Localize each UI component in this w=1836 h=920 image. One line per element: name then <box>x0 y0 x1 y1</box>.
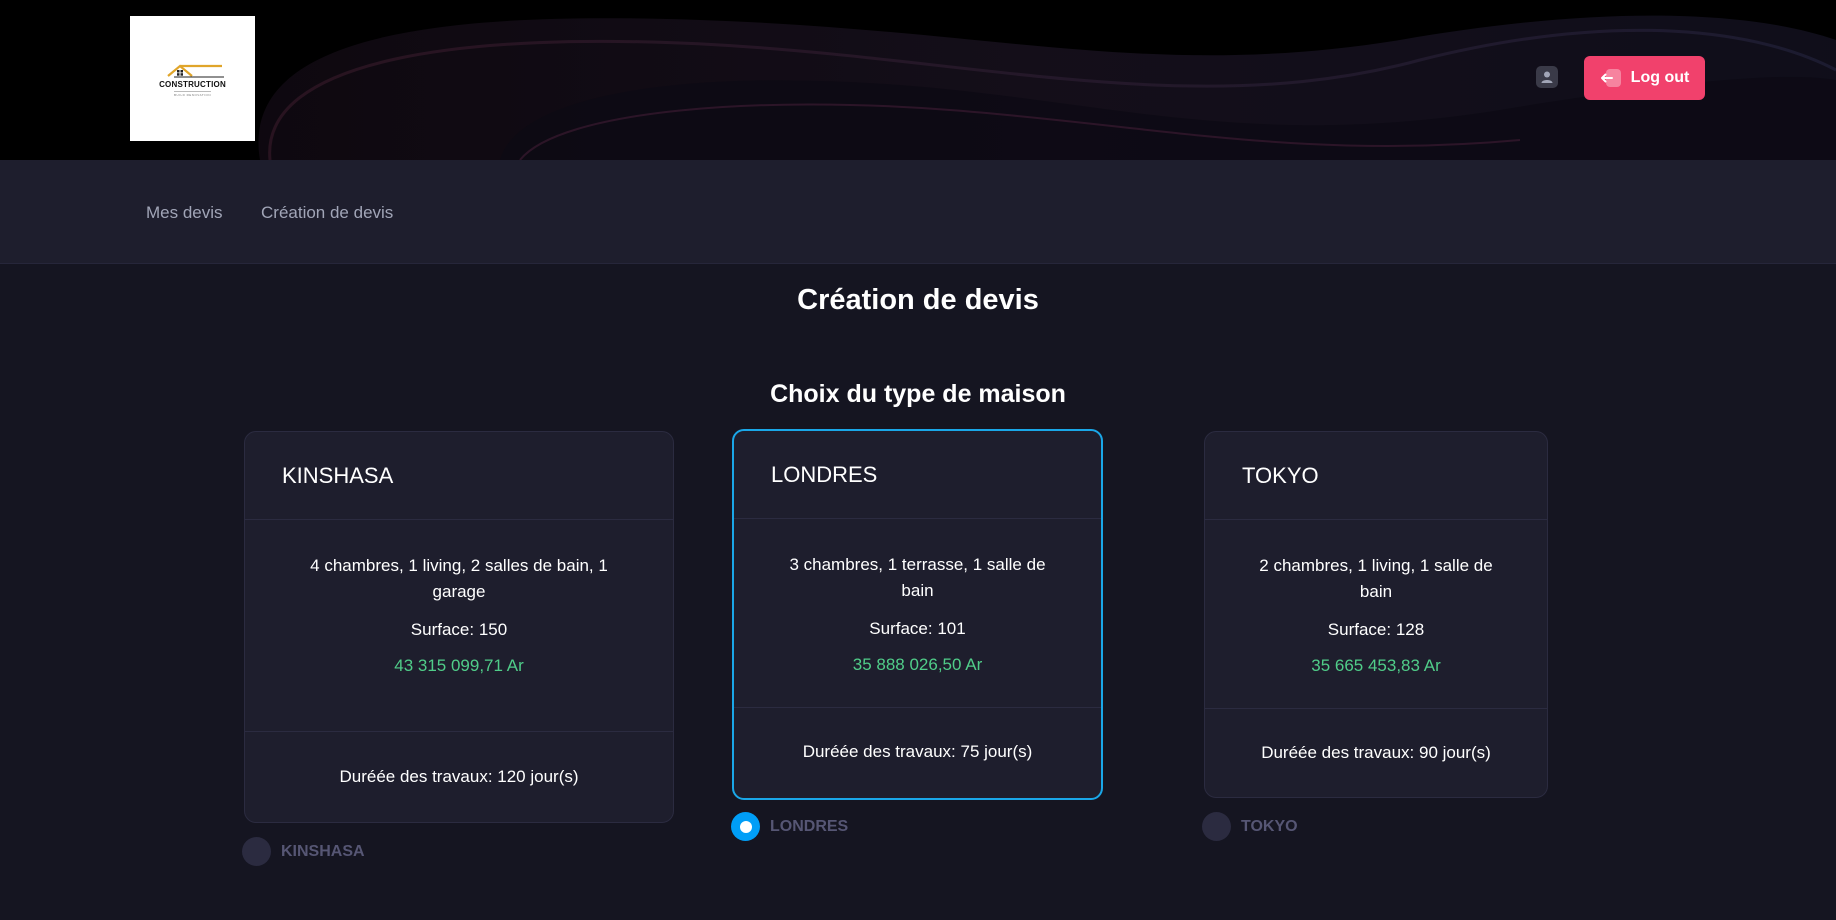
house-description: 3 chambres, 1 terrasse, 1 salle de bain <box>789 555 1046 600</box>
card-body: 3 chambres, 1 terrasse, 1 salle de bain … <box>734 519 1101 708</box>
card-header: TOKYO <box>1205 432 1547 520</box>
page-title: Création de devis <box>797 284 1039 316</box>
house-name: TOKYO <box>1242 462 1319 488</box>
radio-option-londres[interactable]: LONDRES <box>731 812 848 841</box>
header-wave-background <box>258 15 1836 160</box>
house-duration: Duréée des travaux: 120 jour(s) <box>339 767 579 786</box>
house-description: 4 chambres, 1 living, 2 salles de bain, … <box>310 556 608 601</box>
house-duration: Duréée des travaux: 75 jour(s) <box>802 742 1033 761</box>
radio-button-checked[interactable] <box>731 812 760 841</box>
nav-item-mes-devis[interactable]: Mes devis <box>146 203 223 223</box>
logout-button[interactable]: Log out <box>1584 56 1705 100</box>
house-surface: Surface: 150 <box>410 620 508 639</box>
house-price: 43 315 099,71 Ar <box>394 656 524 675</box>
logout-label: Log out <box>1630 69 1690 86</box>
card-body: 2 chambres, 1 living, 1 salle de bain Su… <box>1205 520 1547 709</box>
house-card-londres[interactable]: LONDRES 3 chambres, 1 terrasse, 1 salle … <box>732 429 1103 800</box>
logo-brand-text: CONSTRUCTION <box>159 80 226 89</box>
house-duration: Duréée des travaux: 90 jour(s) <box>1261 743 1491 762</box>
house-name: KINSHASA <box>282 462 394 488</box>
radio-label: TOKYO <box>1241 817 1298 835</box>
house-name: LONDRES <box>771 461 878 487</box>
radio-label: LONDRES <box>770 817 849 835</box>
radio-button[interactable] <box>1202 812 1231 841</box>
main-nav: Mes devis Création de devis <box>0 160 1836 264</box>
house-price: 35 888 026,50 Ar <box>852 655 983 674</box>
logout-icon <box>1600 68 1622 88</box>
radio-option-tokyo[interactable]: TOKYO <box>1202 812 1298 841</box>
nav-item-creation-de-devis[interactable]: Création de devis <box>261 203 393 223</box>
user-avatar-icon <box>1541 71 1553 83</box>
house-surface: Surface: 128 <box>1327 620 1425 639</box>
radio-option-kinshasa[interactable]: KINSHASA <box>242 837 365 866</box>
radio-button[interactable] <box>242 837 271 866</box>
house-surface: Surface: 101 <box>869 619 966 638</box>
house-price: 35 665 453,83 Ar <box>1311 656 1441 675</box>
company-logo[interactable]: CONSTRUCTION BUILD RENOVATION <box>130 16 255 141</box>
card-header: KINSHASA <box>245 432 673 520</box>
radio-label: KINSHASA <box>281 842 365 860</box>
logo-tagline: BUILD RENOVATION <box>173 91 212 97</box>
house-description: 2 chambres, 1 living, 1 salle de bain <box>1259 556 1493 601</box>
house-card-tokyo[interactable]: TOKYO 2 chambres, 1 living, 1 salle de b… <box>1204 431 1548 798</box>
house-roof-icon <box>166 64 224 78</box>
page-header: CONSTRUCTION BUILD RENOVATION Log out <box>0 0 1836 160</box>
section-title: Choix du type de maison <box>770 380 1066 408</box>
card-body: 4 chambres, 1 living, 2 salles de bain, … <box>245 520 673 732</box>
card-header: LONDRES <box>734 431 1101 519</box>
user-profile-icon[interactable] <box>1536 66 1558 88</box>
house-card-kinshasa[interactable]: KINSHASA 4 chambres, 1 living, 2 salles … <box>244 431 674 823</box>
